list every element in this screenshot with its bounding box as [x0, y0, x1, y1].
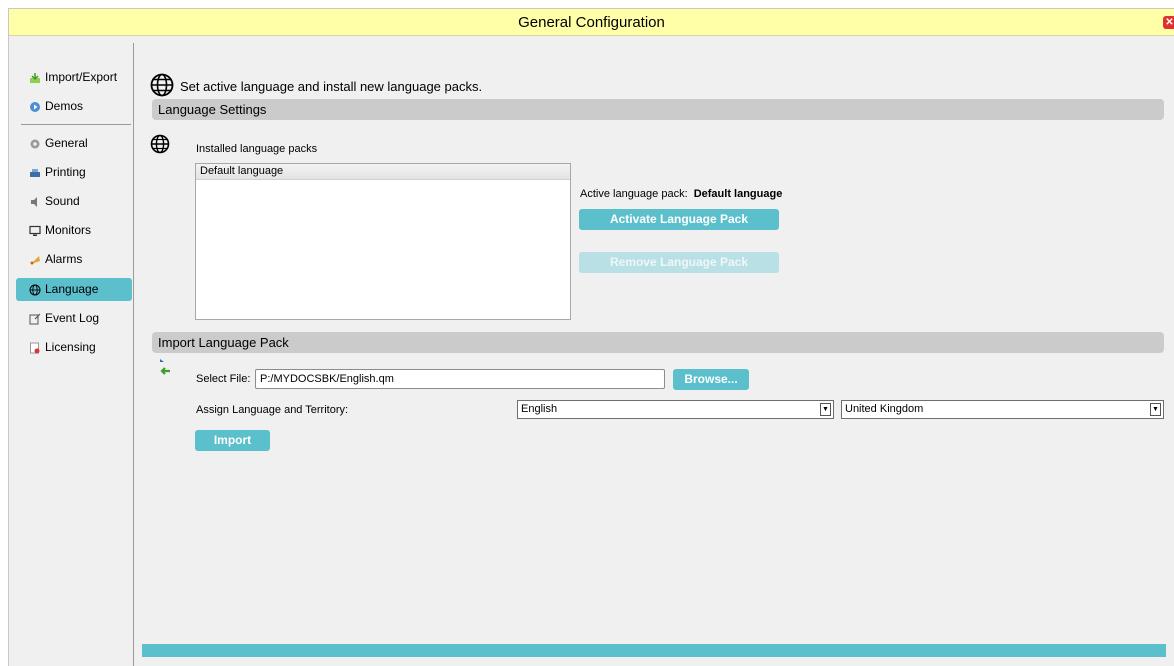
sidebar: Import/Export Demos General Printing Sou… [9, 36, 133, 666]
speaker-icon [29, 196, 41, 208]
gear-icon [29, 138, 41, 150]
sidebar-item-licensing[interactable]: Licensing [16, 336, 132, 359]
select-file-label: Select File: [196, 373, 251, 385]
sidebar-separator [21, 124, 131, 125]
licensing-icon [29, 342, 41, 354]
configuration-window: General Configuration ✕ Import/Export De… [8, 8, 1174, 666]
territory-select[interactable]: United Kingdom ▼ [841, 400, 1164, 419]
language-select-value: English [521, 403, 558, 415]
sidebar-item-label: Language [45, 282, 99, 296]
file-path-field[interactable]: P:/MYDOCSBK/English.qm [255, 369, 665, 389]
remove-language-pack-button[interactable]: Remove Language Pack [579, 252, 779, 273]
active-pack-row: Active language pack: Default language [580, 188, 782, 200]
activate-language-pack-button[interactable]: Activate Language Pack [579, 209, 779, 230]
sidebar-item-label: Alarms [45, 252, 83, 266]
globe-icon [150, 134, 170, 157]
list-item[interactable]: Default language [196, 164, 570, 180]
sidebar-item-monitors[interactable]: Monitors [16, 219, 132, 242]
chevron-down-icon[interactable]: ▼ [1150, 403, 1161, 416]
monitor-icon [29, 225, 41, 237]
intro-text: Set active language and install new lang… [180, 79, 483, 94]
sidebar-item-label: Demos [45, 99, 84, 113]
sidebar-item-label: Printing [45, 165, 86, 179]
main-panel: Set active language and install new lang… [142, 36, 1174, 666]
import-button[interactable]: Import [195, 430, 270, 451]
installed-packs-list[interactable]: Default language [195, 163, 571, 320]
sidebar-item-label: Monitors [45, 223, 92, 237]
active-pack-value: Default language [693, 188, 783, 200]
assign-language-label: Assign Language and Territory: [196, 404, 349, 416]
globe-icon [29, 284, 41, 296]
language-settings-header: Language Settings [152, 99, 1164, 120]
window-title: General Configuration [518, 14, 665, 31]
sidebar-item-label: Licensing [45, 340, 96, 354]
globe-icon [150, 73, 174, 100]
installed-packs-label: Installed language packs [196, 143, 318, 155]
demos-icon [29, 101, 41, 113]
sidebar-item-printing[interactable]: Printing [16, 161, 132, 184]
close-icon[interactable]: ✕ [1163, 16, 1174, 29]
status-bar [142, 644, 1166, 657]
intro-row: Set active language and install new lang… [150, 73, 482, 100]
sidebar-item-demos[interactable]: Demos [16, 95, 132, 118]
alarm-icon [29, 254, 41, 266]
title-bar: General Configuration ✕ [9, 9, 1174, 36]
sidebar-item-general[interactable]: General [16, 132, 132, 155]
sidebar-item-label: Import/Export [45, 70, 118, 84]
territory-select-value: United Kingdom [845, 403, 924, 415]
browse-button[interactable]: Browse... [673, 369, 749, 390]
sidebar-item-label: Event Log [45, 311, 100, 325]
sidebar-item-alarms[interactable]: Alarms [16, 248, 132, 271]
sidebar-item-label: Sound [45, 194, 80, 208]
event-log-icon [29, 313, 41, 325]
sidebar-item-label: General [45, 136, 88, 150]
file-import-icon [156, 358, 172, 383]
sidebar-item-event-log[interactable]: Event Log [16, 307, 132, 330]
sidebar-item-import-export[interactable]: Import/Export [16, 66, 132, 89]
chevron-down-icon[interactable]: ▼ [820, 403, 831, 416]
import-language-pack-header: Import Language Pack [152, 332, 1164, 353]
sidebar-item-language[interactable]: Language [16, 278, 132, 301]
sidebar-divider [133, 43, 134, 666]
printer-icon [29, 167, 41, 179]
language-select[interactable]: English ▼ [517, 400, 834, 419]
active-pack-label: Active language pack: [580, 188, 688, 200]
import-export-icon [29, 72, 41, 84]
sidebar-item-sound[interactable]: Sound [16, 190, 132, 213]
